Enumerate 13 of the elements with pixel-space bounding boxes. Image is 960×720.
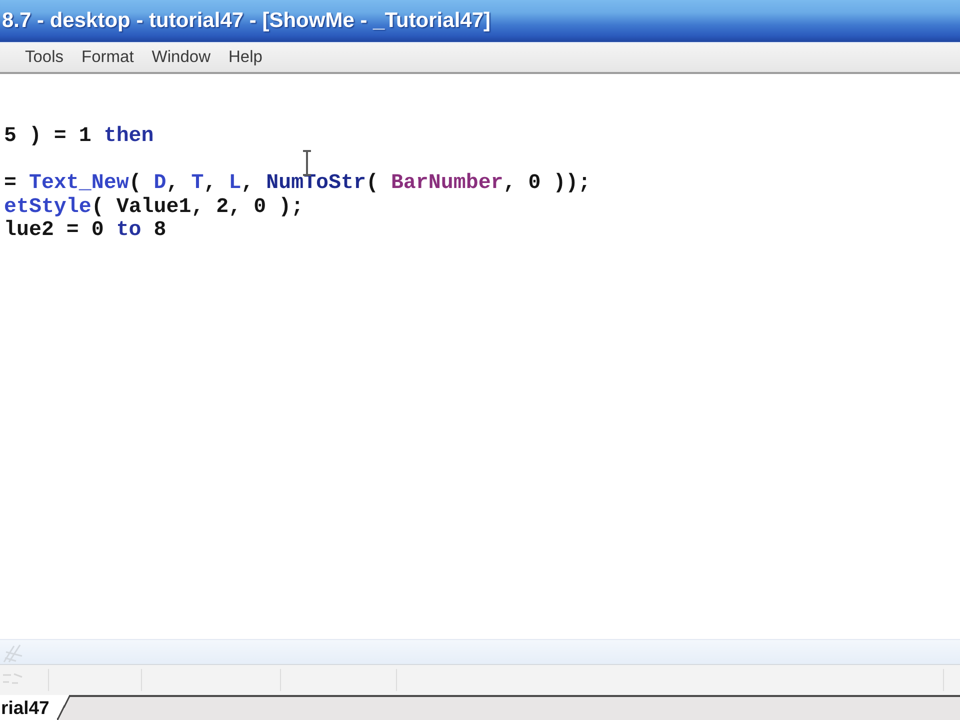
window-title: 8.7 - desktop - tutorial47 - [ShowMe - _Tutorial47] — [2, 9, 491, 33]
menu-item[interactable]: Tools — [16, 47, 73, 68]
code-line: 5 ) = 1 then — [4, 125, 155, 148]
code-line: etStyle( Value1, 2, 0 ); — [4, 196, 305, 219]
document-tab[interactable]: rial47 — [0, 695, 70, 720]
menu-item[interactable]: Window — [142, 47, 220, 68]
status-icon — [2, 671, 24, 687]
code-line: = Text_New( D, T, L, NumToStr( BarNumber, 0 )); — [4, 172, 592, 196]
menu-item[interactable]: Help — [219, 47, 272, 68]
code-line: lue2 = 0 to 8 — [4, 219, 168, 242]
menu-item[interactable]: Format — [72, 47, 143, 68]
text-cursor-icon — [302, 150, 312, 176]
hatch-icon — [2, 642, 24, 664]
